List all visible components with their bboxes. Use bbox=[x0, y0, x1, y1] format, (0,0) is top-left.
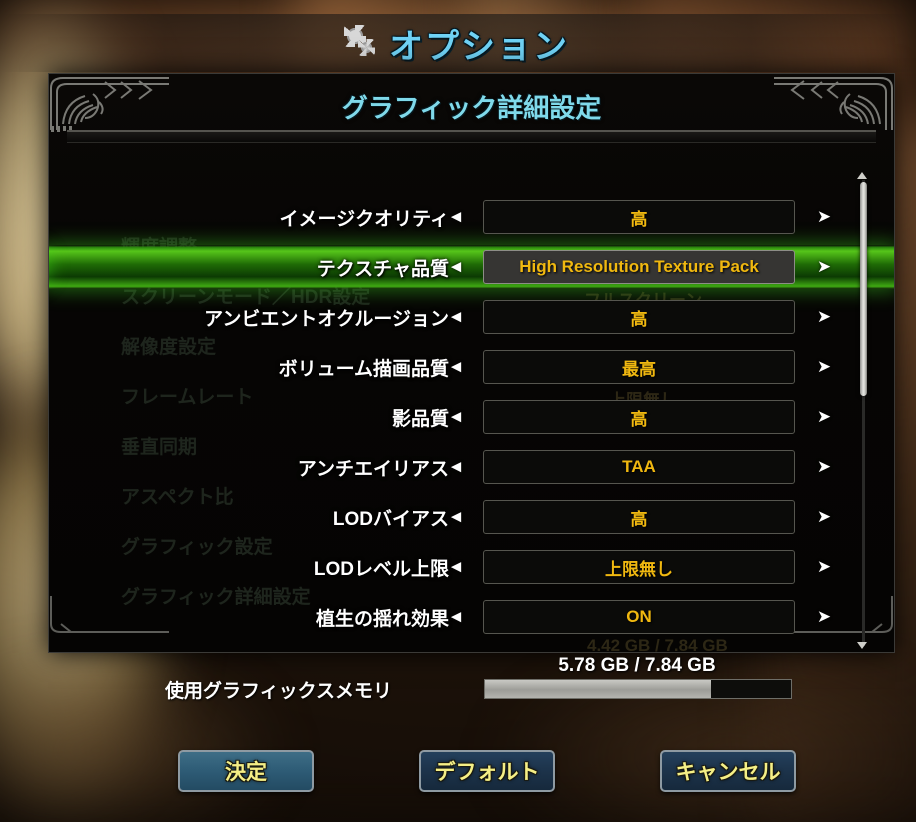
option-value: 高 bbox=[630, 209, 648, 229]
option-label: ボリューム描画品質 bbox=[278, 358, 449, 380]
graphics-advanced-panel: グラフィック詳細設定 輝度調整 スクリーンモード／HDR設定 解像度設定 フレー… bbox=[48, 73, 895, 653]
option-row[interactable]: ボリューム描画品質 ◄ 最高 ➤ bbox=[49, 345, 894, 389]
decrease-value-arrow-icon[interactable]: ◄ bbox=[447, 558, 465, 576]
memory-progress-bar bbox=[484, 679, 792, 699]
option-value: TAA bbox=[622, 457, 656, 476]
increase-value-arrow-icon[interactable]: ➤ bbox=[815, 458, 833, 476]
panel-title: グラフィック詳細設定 bbox=[341, 93, 602, 123]
option-row[interactable]: テクスチャ品質 ◄ High Resolution Texture Pack ➤ bbox=[49, 245, 894, 289]
option-row[interactable]: 植生の揺れ効果 ◄ ON ➤ bbox=[49, 595, 894, 639]
options-list: 輝度調整 スクリーンモード／HDR設定 解像度設定 フレームレート 垂直同期 ア… bbox=[49, 174, 894, 652]
option-row[interactable]: イメージクオリティ ◄ 高 ➤ bbox=[49, 195, 894, 239]
scroll-up-icon[interactable] bbox=[857, 172, 867, 179]
increase-value-arrow-icon[interactable]: ➤ bbox=[815, 408, 833, 426]
default-button[interactable]: デフォルト bbox=[419, 750, 555, 792]
option-value: High Resolution Texture Pack bbox=[519, 257, 759, 276]
option-value-box[interactable]: TAA bbox=[483, 450, 795, 484]
cancel-button[interactable]: キャンセル bbox=[660, 750, 796, 792]
option-row[interactable]: 影品質 ◄ 高 ➤ bbox=[49, 395, 894, 439]
option-label: アンビエントオクルージョン bbox=[204, 308, 449, 330]
decrease-value-arrow-icon[interactable]: ◄ bbox=[447, 358, 465, 376]
option-value: 高 bbox=[630, 309, 648, 329]
option-label: LODバイアス bbox=[332, 508, 449, 530]
option-label: 植生の揺れ効果 bbox=[315, 608, 449, 630]
panel-header: グラフィック詳細設定 bbox=[49, 74, 894, 132]
option-value: 上限無し bbox=[605, 559, 673, 579]
option-value-box[interactable]: 高 bbox=[483, 500, 795, 534]
option-value: 最高 bbox=[622, 359, 656, 379]
option-label: テクスチャ品質 bbox=[316, 258, 449, 280]
decrease-value-arrow-icon[interactable]: ◄ bbox=[447, 458, 465, 476]
option-value: 高 bbox=[630, 409, 648, 429]
decrease-value-arrow-icon[interactable]: ◄ bbox=[447, 258, 465, 276]
decrease-value-arrow-icon[interactable]: ◄ bbox=[447, 608, 465, 626]
option-value-box[interactable]: 高 bbox=[483, 300, 795, 334]
option-label: LODレベル上限 bbox=[313, 558, 449, 580]
memory-progress-fill bbox=[485, 680, 712, 698]
option-value-box[interactable]: 高 bbox=[483, 400, 795, 434]
option-value-box[interactable]: 上限無し bbox=[483, 550, 795, 584]
option-row[interactable]: LODバイアス ◄ 高 ➤ bbox=[49, 495, 894, 539]
option-row[interactable]: アンビエントオクルージョン ◄ 高 ➤ bbox=[49, 295, 894, 339]
increase-value-arrow-icon[interactable]: ➤ bbox=[815, 608, 833, 626]
option-value-box[interactable]: High Resolution Texture Pack bbox=[483, 250, 795, 284]
increase-value-arrow-icon[interactable]: ➤ bbox=[815, 358, 833, 376]
increase-value-arrow-icon[interactable]: ➤ bbox=[815, 558, 833, 576]
decrease-value-arrow-icon[interactable]: ◄ bbox=[447, 508, 465, 526]
increase-value-arrow-icon[interactable]: ➤ bbox=[815, 508, 833, 526]
increase-value-arrow-icon[interactable]: ➤ bbox=[815, 308, 833, 326]
memory-value: 5.78 GB / 7.84 GB bbox=[558, 655, 716, 676]
window-title-bar: オプション bbox=[0, 14, 916, 72]
header-divider bbox=[67, 130, 876, 143]
decrease-value-arrow-icon[interactable]: ◄ bbox=[447, 308, 465, 326]
page-title: オプション bbox=[389, 27, 569, 66]
option-label: 影品質 bbox=[391, 408, 449, 430]
increase-value-arrow-icon[interactable]: ➤ bbox=[815, 208, 833, 226]
scroll-down-icon[interactable] bbox=[857, 642, 867, 649]
option-value: 高 bbox=[630, 509, 648, 529]
decrease-value-arrow-icon[interactable]: ◄ bbox=[447, 208, 465, 226]
option-row[interactable]: アンチエイリアス ◄ TAA ➤ bbox=[49, 445, 894, 489]
gears-icon bbox=[344, 25, 381, 60]
option-value-box[interactable]: 高 bbox=[483, 200, 795, 234]
option-value-box[interactable]: ON bbox=[483, 600, 795, 634]
graphics-memory-meter: 使用グラフィックスメモリ 5.78 GB / 7.84 GB bbox=[48, 652, 893, 707]
option-label: イメージクオリティ bbox=[279, 208, 449, 230]
increase-value-arrow-icon[interactable]: ➤ bbox=[815, 258, 833, 276]
option-value-box[interactable]: 最高 bbox=[483, 350, 795, 384]
scrollbar-thumb[interactable] bbox=[860, 182, 867, 397]
option-label: アンチエイリアス bbox=[297, 458, 449, 480]
option-row[interactable]: LODレベル上限 ◄ 上限無し ➤ bbox=[49, 545, 894, 589]
memory-label: 使用グラフィックスメモリ bbox=[165, 681, 393, 702]
decrease-value-arrow-icon[interactable]: ◄ bbox=[447, 408, 465, 426]
button-bar: 決定 デフォルト キャンセル bbox=[48, 750, 893, 792]
option-value: ON bbox=[626, 607, 652, 626]
confirm-button[interactable]: 決定 bbox=[178, 750, 314, 792]
